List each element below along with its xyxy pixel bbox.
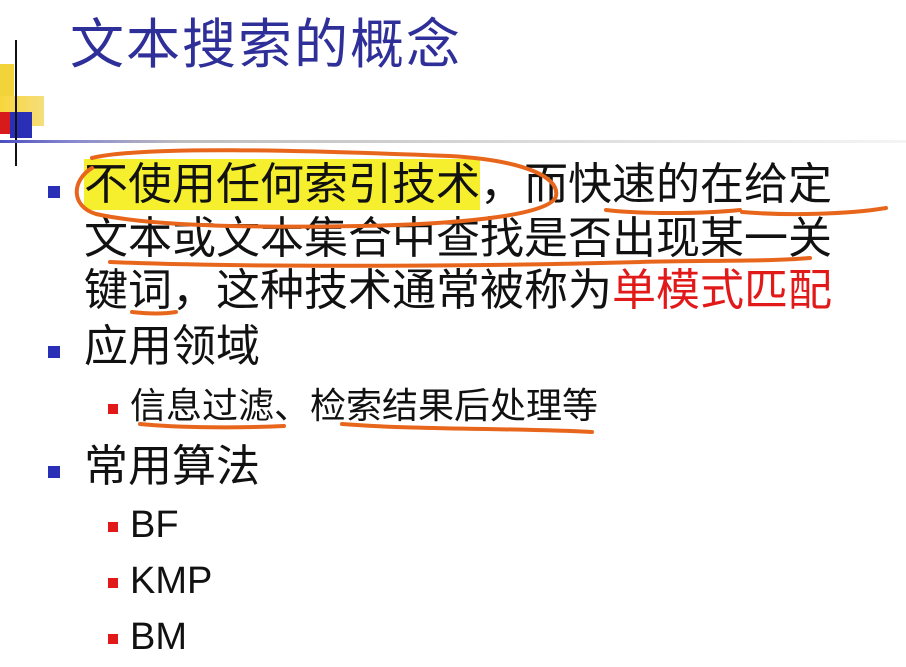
emphasis-red-text: 单模式匹配 — [612, 265, 832, 316]
slide-title: 文本搜索的概念 — [70, 13, 462, 76]
decorative-vertical-line — [15, 40, 17, 166]
sub-bullet-square-icon — [108, 634, 118, 644]
bullet-3-text: 常用算法 — [84, 441, 260, 492]
bullet-1-line-2: 文本或文本集合中查找是否出现某一关 — [84, 213, 832, 264]
bullet-1-line-3-start: 键词，这种技术通常被称为 — [84, 265, 612, 316]
bullet-square-icon — [48, 466, 60, 478]
title-divider-line — [0, 140, 906, 143]
bullet-2-text: 应用领域 — [84, 321, 260, 372]
bullet-1-line-3: 键词，这种技术通常被称为单模式匹配 — [84, 264, 832, 318]
bullet-1-line-1-rest: ，而快速的在给定 — [480, 159, 832, 210]
bullet-square-icon — [48, 186, 60, 198]
algorithm-item: BF — [130, 504, 179, 546]
slide: 文本搜索的概念 不使用任何索引技术，而快速的在给定 文本或文本集合中查找是否出现… — [0, 0, 906, 667]
bullet-1-line-1: 不使用任何索引技术，而快速的在给定 — [84, 158, 832, 212]
sub-bullet-square-icon — [108, 404, 118, 414]
highlighted-text: 不使用任何索引技术 — [84, 159, 480, 210]
sub-bullet-square-icon — [108, 578, 118, 588]
decorative-blue-block — [10, 112, 32, 138]
algorithm-item: KMP — [130, 560, 213, 602]
bullet-square-icon — [48, 346, 60, 358]
algorithm-item: BM — [130, 616, 187, 658]
sub-bullet-square-icon — [108, 522, 118, 532]
sub-bullet-applications: 信息过滤、检索结果后处理等 — [130, 386, 599, 427]
decorative-red-block — [0, 112, 10, 134]
